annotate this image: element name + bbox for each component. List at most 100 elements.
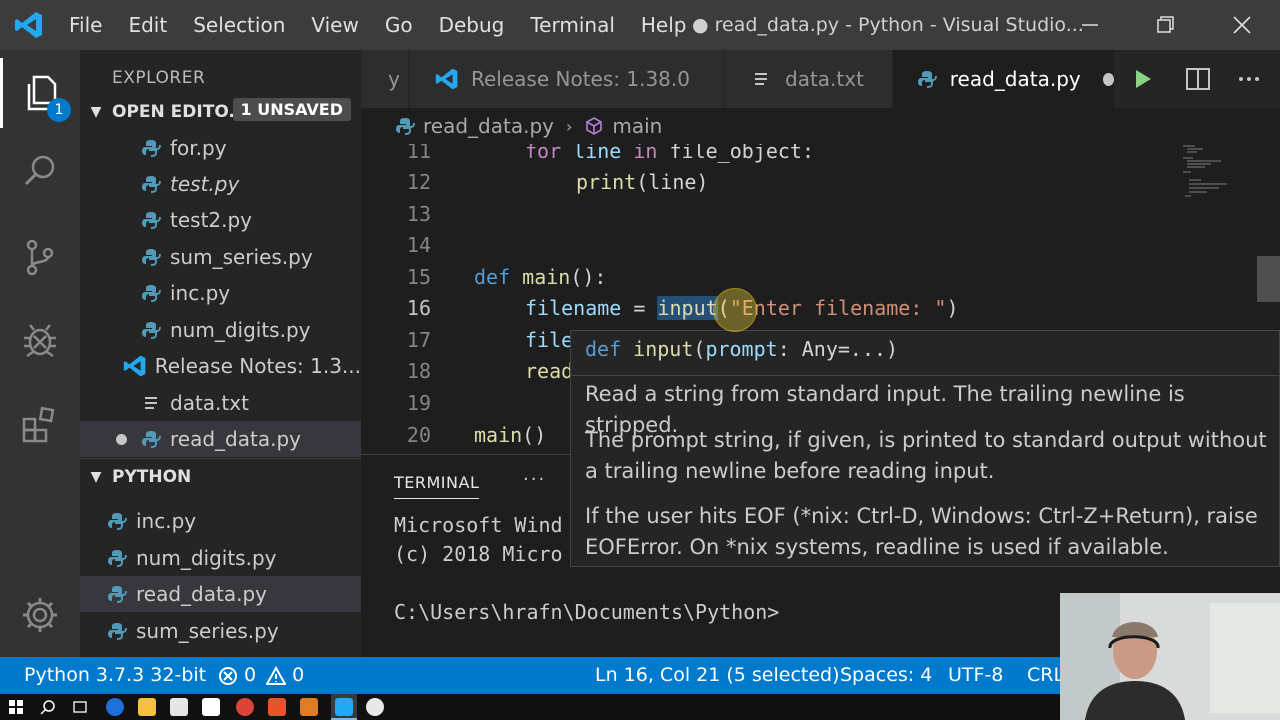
explorer-sidebar: EXPLORER ▼ OPEN EDITO... 1 UNSAVED for.p…: [80, 50, 361, 657]
edge-icon[interactable]: [106, 698, 124, 716]
activity-debug[interactable]: [0, 305, 80, 375]
code-text: main(): [474, 423, 547, 447]
vscode-taskbar-icon[interactable]: [335, 698, 353, 716]
warning-icon: [266, 665, 287, 685]
file-label: read_data.py: [170, 427, 301, 451]
open-editor-item[interactable]: test2.py: [80, 202, 361, 238]
python-file-icon: [106, 583, 128, 605]
text-file-icon: [749, 67, 773, 91]
method-cube-icon: [584, 116, 604, 136]
code-text: file: [525, 328, 574, 352]
open-editor-item[interactable]: num_digits.py: [80, 312, 361, 348]
python-file-icon: [140, 173, 162, 195]
folder-file-item[interactable]: read_data.py: [80, 576, 361, 612]
python-folder-header[interactable]: ▼ PYTHON: [80, 458, 361, 494]
code-line: 12 print(line): [361, 167, 1280, 198]
menu-terminal[interactable]: Terminal: [517, 0, 628, 50]
code-text: print(line): [576, 170, 709, 194]
run-button[interactable]: [1117, 50, 1169, 108]
minimize-icon: [1082, 24, 1098, 26]
folder-file-item[interactable]: inc.py: [80, 503, 361, 539]
activity-explorer[interactable]: 1: [0, 58, 80, 128]
panel-more-button[interactable]: ···: [523, 469, 546, 490]
vlc-icon[interactable]: [300, 698, 318, 716]
end-of-line[interactable]: CRL: [1027, 657, 1064, 694]
breadcrumb: read_data.py › main: [361, 108, 1280, 144]
tab-partial[interactable]: y: [361, 50, 409, 108]
tab-read-data[interactable]: read_data.py: [893, 50, 1115, 108]
menu-edit[interactable]: Edit: [115, 0, 180, 50]
recorder-icon[interactable]: [366, 698, 384, 716]
problems-indicator[interactable]: 0 0: [218, 657, 304, 694]
python-interpreter[interactable]: Python 3.7.3 32-bit: [24, 657, 206, 694]
terminal-prompt[interactable]: C:\Users\hrafn\Documents\Python>: [394, 600, 779, 624]
close-icon: [1233, 16, 1251, 34]
terminal-line: Microsoft Wind: [394, 513, 563, 537]
split-editor-button[interactable]: [1172, 50, 1224, 108]
search-icon[interactable]: [40, 699, 56, 715]
encoding[interactable]: UTF-8: [948, 657, 1003, 694]
selected-text: input: [657, 296, 718, 320]
more-actions-button[interactable]: [1223, 50, 1275, 108]
activity-bar: 1: [0, 50, 80, 657]
cursor-position[interactable]: Ln 16, Col 21 (5 selected): [595, 657, 840, 694]
gear-icon: [23, 598, 57, 632]
activity-extensions[interactable]: [0, 390, 80, 460]
restore-icon: [1157, 16, 1174, 33]
vscode-file-icon: [123, 355, 147, 377]
breadcrumb-symbol[interactable]: main: [612, 114, 662, 138]
windows-start-icon[interactable]: [9, 700, 23, 714]
python-file-icon: [140, 282, 162, 304]
line-number: 19: [406, 391, 431, 415]
minimize-button[interactable]: [1060, 0, 1120, 50]
open-editor-item[interactable]: read_data.py: [80, 421, 361, 457]
activity-search[interactable]: [0, 136, 80, 206]
restore-button[interactable]: [1136, 0, 1196, 50]
line-number: 12: [406, 170, 431, 194]
menu-view[interactable]: View: [298, 0, 371, 50]
indentation[interactable]: Spaces: 4: [840, 657, 932, 694]
open-editor-item[interactable]: data.txt: [80, 385, 361, 421]
folder-file-item[interactable]: num_digits.py: [80, 540, 361, 576]
tab-terminal[interactable]: TERMINAL: [394, 473, 480, 499]
explorer-badge: 1: [47, 98, 71, 122]
hover-divider: [571, 375, 1279, 376]
editor-scrollbar-thumb[interactable]: [1257, 256, 1280, 302]
extensions-icon: [22, 406, 55, 443]
store-icon[interactable]: [170, 698, 188, 716]
line-number: 11: [406, 144, 431, 163]
tab-release-notes[interactable]: Release Notes: 1.38.0: [409, 50, 725, 108]
activity-source-control[interactable]: [0, 222, 80, 292]
close-window-button[interactable]: [1212, 0, 1272, 50]
breadcrumb-file[interactable]: read_data.py: [423, 114, 554, 138]
minimap[interactable]: [1181, 144, 1241, 204]
menu-help[interactable]: Help: [628, 0, 700, 50]
folder-file-item[interactable]: sum_series.py: [80, 613, 361, 649]
hover-doc-paragraph: If the user hits EOF (*nix: Ctrl-D, Wind…: [585, 504, 1258, 559]
tab-label: data.txt: [785, 67, 864, 91]
menu-file[interactable]: File: [56, 0, 115, 50]
error-icon: [219, 666, 237, 685]
file-label: inc.py: [136, 509, 197, 533]
task-view-icon[interactable]: [72, 699, 88, 715]
file-explorer-icon[interactable]: [138, 698, 156, 716]
open-editor-item[interactable]: sum_series.py: [80, 239, 361, 275]
mail-icon[interactable]: [202, 698, 220, 716]
unsaved-dot-icon[interactable]: [1102, 72, 1114, 86]
menu-debug[interactable]: Debug: [426, 0, 518, 50]
open-editors-header[interactable]: ▼ OPEN EDITO... 1 UNSAVED: [80, 94, 361, 130]
tab-data-txt[interactable]: data.txt: [725, 50, 893, 108]
open-editor-item[interactable]: inc.py: [80, 275, 361, 311]
open-editor-item[interactable]: for.py: [80, 130, 361, 166]
app-icon[interactable]: [268, 698, 286, 716]
chrome-icon[interactable]: [236, 698, 254, 716]
menu-selection[interactable]: Selection: [180, 0, 298, 50]
file-label: test.py: [170, 172, 240, 196]
activity-manage[interactable]: [0, 580, 80, 650]
folder-label: PYTHON: [112, 466, 192, 487]
open-editor-item[interactable]: Release Notes: 1.3...: [80, 348, 361, 384]
code-line: 14: [361, 230, 1280, 261]
open-editor-item[interactable]: test.py: [80, 166, 361, 202]
menu-go[interactable]: Go: [372, 0, 426, 50]
python-file-icon: [106, 547, 128, 569]
